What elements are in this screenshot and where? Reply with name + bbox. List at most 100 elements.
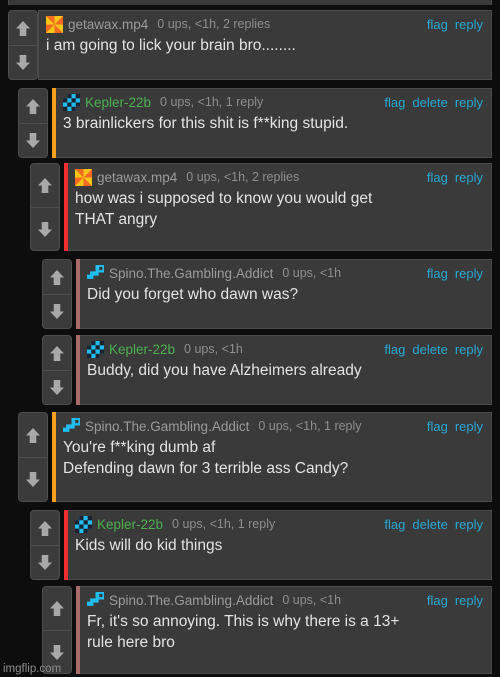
vote-column [18, 88, 48, 158]
upvote-button[interactable] [31, 511, 59, 545]
comment-meta-row: getawax.mp4 0 ups, <1h, 2 replies flag repl… [46, 14, 483, 34]
comment-c6: Spino.The.Gambling.Addict 0 ups, <1h, 1 r… [18, 412, 492, 502]
comment-actions: flag delete reply [384, 95, 483, 110]
upvote-button[interactable] [19, 413, 47, 457]
flag-link[interactable]: flag [427, 593, 448, 608]
comment-c7: Kepler-22b 0 ups, <1h, 1 reply flag delete r… [30, 510, 492, 580]
comment-meta-row: Spino.The.Gambling.Addict 0 ups, <1h flag r… [87, 590, 483, 610]
comment-username[interactable]: Kepler-22b [97, 517, 163, 532]
flag-link[interactable]: flag [384, 342, 405, 357]
down-arrow-icon [50, 644, 64, 660]
spino-cyan-avatar [87, 264, 104, 279]
comment-metainfo: 0 ups, <1h, 2 replies [186, 170, 300, 184]
comment-metainfo: 0 ups, <1h, 1 reply [172, 517, 276, 531]
comment-username[interactable]: Spino.The.Gambling.Addict [109, 266, 273, 281]
comment-meta-row: Kepler-22b 0 ups, <1h flag delete reply [87, 339, 483, 359]
comment-text: i am going to lick your brain bro.......… [46, 37, 296, 54]
flag-link[interactable]: flag [384, 517, 405, 532]
downvote-button[interactable] [9, 45, 37, 79]
vote-column [18, 412, 48, 502]
downvote-button[interactable] [19, 457, 47, 501]
comment-text: how was i supposed to know you would get… [75, 190, 373, 228]
comment-username[interactable]: Kepler-22b [109, 342, 175, 357]
comment-actions: flag reply [427, 593, 483, 608]
comment-metainfo: 0 ups, <1h [184, 342, 243, 356]
up-arrow-icon [26, 98, 40, 114]
reply-link[interactable]: reply [455, 419, 483, 434]
comment-username[interactable]: Kepler-22b [85, 95, 151, 110]
upvote-button[interactable] [43, 260, 71, 294]
comment-actions: flag delete reply [384, 517, 483, 532]
upvote-button[interactable] [43, 336, 71, 370]
upvote-button[interactable] [43, 587, 71, 630]
flag-link[interactable]: flag [427, 266, 448, 281]
up-arrow-icon [50, 345, 64, 361]
comment-text: Buddy, did you have Alzheimers already [87, 362, 362, 379]
reply-link[interactable]: reply [455, 95, 483, 110]
reply-link[interactable]: reply [455, 170, 483, 185]
comment-username[interactable]: Spino.The.Gambling.Addict [109, 593, 273, 608]
delete-link[interactable]: delete [412, 342, 447, 357]
reply-link[interactable]: reply [455, 17, 483, 32]
upvote-button[interactable] [19, 89, 47, 123]
comment-actions: flag delete reply [384, 342, 483, 357]
comment-meta-row: getawax.mp4 0 ups, <1h, 2 replies flag repl… [75, 167, 483, 187]
downvote-button[interactable] [43, 294, 71, 328]
comment-text: Did you forget who dawn was? [87, 286, 299, 303]
upvote-button[interactable] [9, 11, 37, 45]
checker-cyan-avatar [87, 340, 104, 358]
vote-column [42, 335, 72, 405]
comment-thread: getawax.mp4 0 ups, <1h, 2 replies flag repl… [0, 0, 500, 677]
comment-metainfo: 0 ups, <1h [282, 593, 342, 607]
spino-cyan-avatar [87, 591, 104, 606]
up-arrow-icon [50, 269, 64, 285]
comment-body: Kepler-22b 0 ups, <1h, 1 reply flag delete r… [68, 510, 492, 580]
comment-body: Kepler-22b 0 ups, <1h, 1 reply flag delete r… [56, 88, 492, 158]
downvote-button[interactable] [43, 370, 71, 404]
comment-text: You're f**king dumb af Defending dawn fo… [63, 439, 349, 477]
downvote-button[interactable] [31, 207, 59, 250]
comment-c3: getawax.mp4 0 ups, <1h, 2 replies flag repl… [30, 163, 492, 251]
down-arrow-icon [38, 221, 52, 237]
flag-link[interactable]: flag [427, 17, 448, 32]
comment-metainfo: 0 ups, <1h, 1 reply [258, 419, 362, 433]
pinwheel-orange-avatar [46, 15, 63, 33]
comment-c5: Kepler-22b 0 ups, <1h flag delete reply Buddy… [42, 335, 492, 405]
comment-text: Kids will do kid things [75, 537, 223, 554]
reply-link[interactable]: reply [455, 342, 483, 357]
flag-link[interactable]: flag [384, 95, 405, 110]
reply-link[interactable]: reply [455, 266, 483, 281]
vote-column [42, 259, 72, 329]
comment-username[interactable]: getawax.mp4 [97, 170, 177, 185]
comment-c8: Spino.The.Gambling.Addict 0 ups, <1h flag r… [42, 586, 492, 674]
comment-meta-row: Spino.The.Gambling.Addict 0 ups, <1h, 1 r… [63, 416, 483, 436]
up-arrow-icon [50, 601, 64, 616]
down-arrow-icon [26, 472, 40, 487]
delete-link[interactable]: delete [412, 517, 447, 532]
comment-username[interactable]: getawax.mp4 [68, 17, 148, 32]
comment-body: getawax.mp4 0 ups, <1h, 2 replies flag repl… [38, 10, 492, 80]
up-arrow-icon [26, 427, 40, 443]
flag-link[interactable]: flag [427, 170, 448, 185]
comment-body: Spino.The.Gambling.Addict 0 ups, <1h flag r… [80, 259, 492, 329]
comment-metainfo: 0 ups, <1h, 2 replies [157, 17, 271, 31]
comment-meta-row: Kepler-22b 0 ups, <1h, 1 reply flag delete r… [63, 92, 483, 112]
flag-link[interactable]: flag [427, 419, 448, 434]
comment-meta-row: Kepler-22b 0 ups, <1h, 1 reply flag delete r… [75, 514, 483, 534]
comment-username[interactable]: Spino.The.Gambling.Addict [85, 419, 249, 434]
downvote-button[interactable] [19, 123, 47, 157]
pinwheel-orange-avatar [75, 168, 92, 186]
reply-link[interactable]: reply [455, 517, 483, 532]
upvote-button[interactable] [31, 164, 59, 207]
comment-body: Kepler-22b 0 ups, <1h flag delete reply Buddy… [80, 335, 492, 405]
comment-c4: Spino.The.Gambling.Addict 0 ups, <1h flag r… [42, 259, 492, 329]
comment-actions: flag reply [427, 419, 483, 434]
delete-link[interactable]: delete [412, 95, 447, 110]
comment-metainfo: 0 ups, <1h, 1 reply [160, 95, 264, 109]
spino-cyan-avatar [63, 417, 80, 432]
downvote-button[interactable] [31, 545, 59, 579]
comment-meta-row: Spino.The.Gambling.Addict 0 ups, <1h flag r… [87, 263, 483, 283]
reply-link[interactable]: reply [455, 593, 483, 608]
comment-actions: flag reply [427, 17, 483, 32]
comment-actions: flag reply [427, 266, 483, 281]
